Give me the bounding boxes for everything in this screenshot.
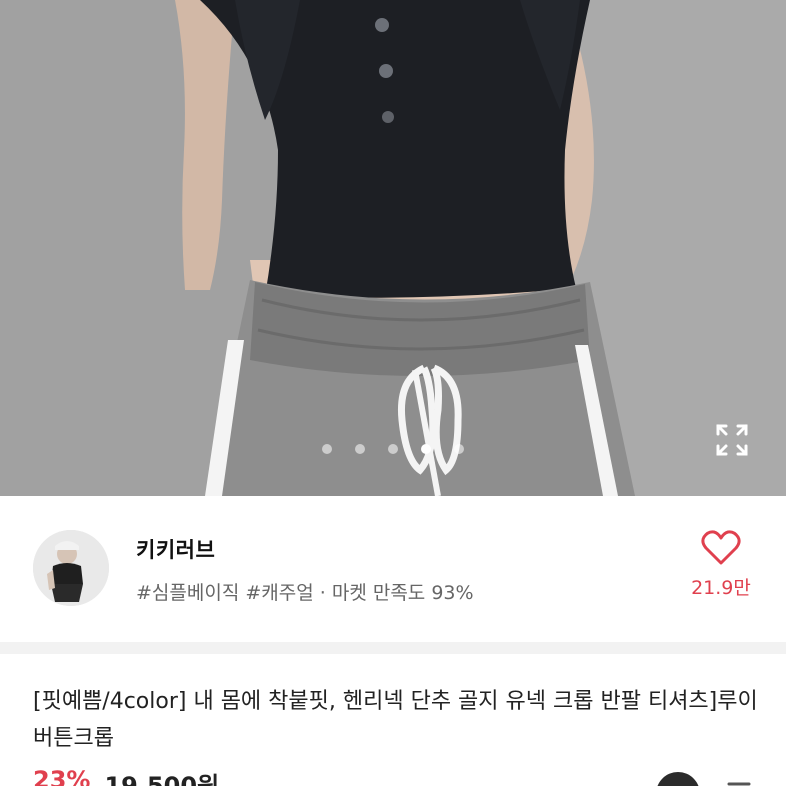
pagination-dot[interactable] xyxy=(322,444,332,454)
cart-icon[interactable] xyxy=(656,772,700,786)
more-icon[interactable] xyxy=(724,776,754,786)
like-button[interactable]: 21.9만 xyxy=(686,530,756,600)
pagination-dot[interactable] xyxy=(454,444,464,454)
pagination-dot-active[interactable] xyxy=(421,444,431,454)
product-photo-illustration xyxy=(0,0,786,496)
section-divider xyxy=(0,642,786,654)
seller-section: 키키러브 #심플베이직 #캐주얼 · 마켓 만족도 93% 21.9만 xyxy=(0,496,786,642)
seller-tags: #심플베이직 #캐주얼 · 마켓 만족도 93% xyxy=(136,582,474,604)
pagination-dot[interactable] xyxy=(355,444,365,454)
product-image[interactable] xyxy=(0,0,786,496)
price: 19,500원 xyxy=(104,772,220,786)
like-count: 21.9만 xyxy=(691,577,751,599)
gallery-pagination xyxy=(0,444,786,454)
pagination-dot[interactable] xyxy=(388,444,398,454)
price-row: 23% 19,500원 xyxy=(33,766,219,786)
seller-name[interactable]: 키키러브 xyxy=(136,534,215,564)
expand-icon[interactable] xyxy=(712,420,752,460)
heart-icon xyxy=(701,530,741,566)
product-title: [핏예쁨/4color] 내 몸에 착붙핏, 헨리넥 단추 골지 유넥 크롭 반… xyxy=(33,689,758,751)
discount-rate: 23% xyxy=(33,766,91,786)
avatar[interactable] xyxy=(33,530,109,606)
